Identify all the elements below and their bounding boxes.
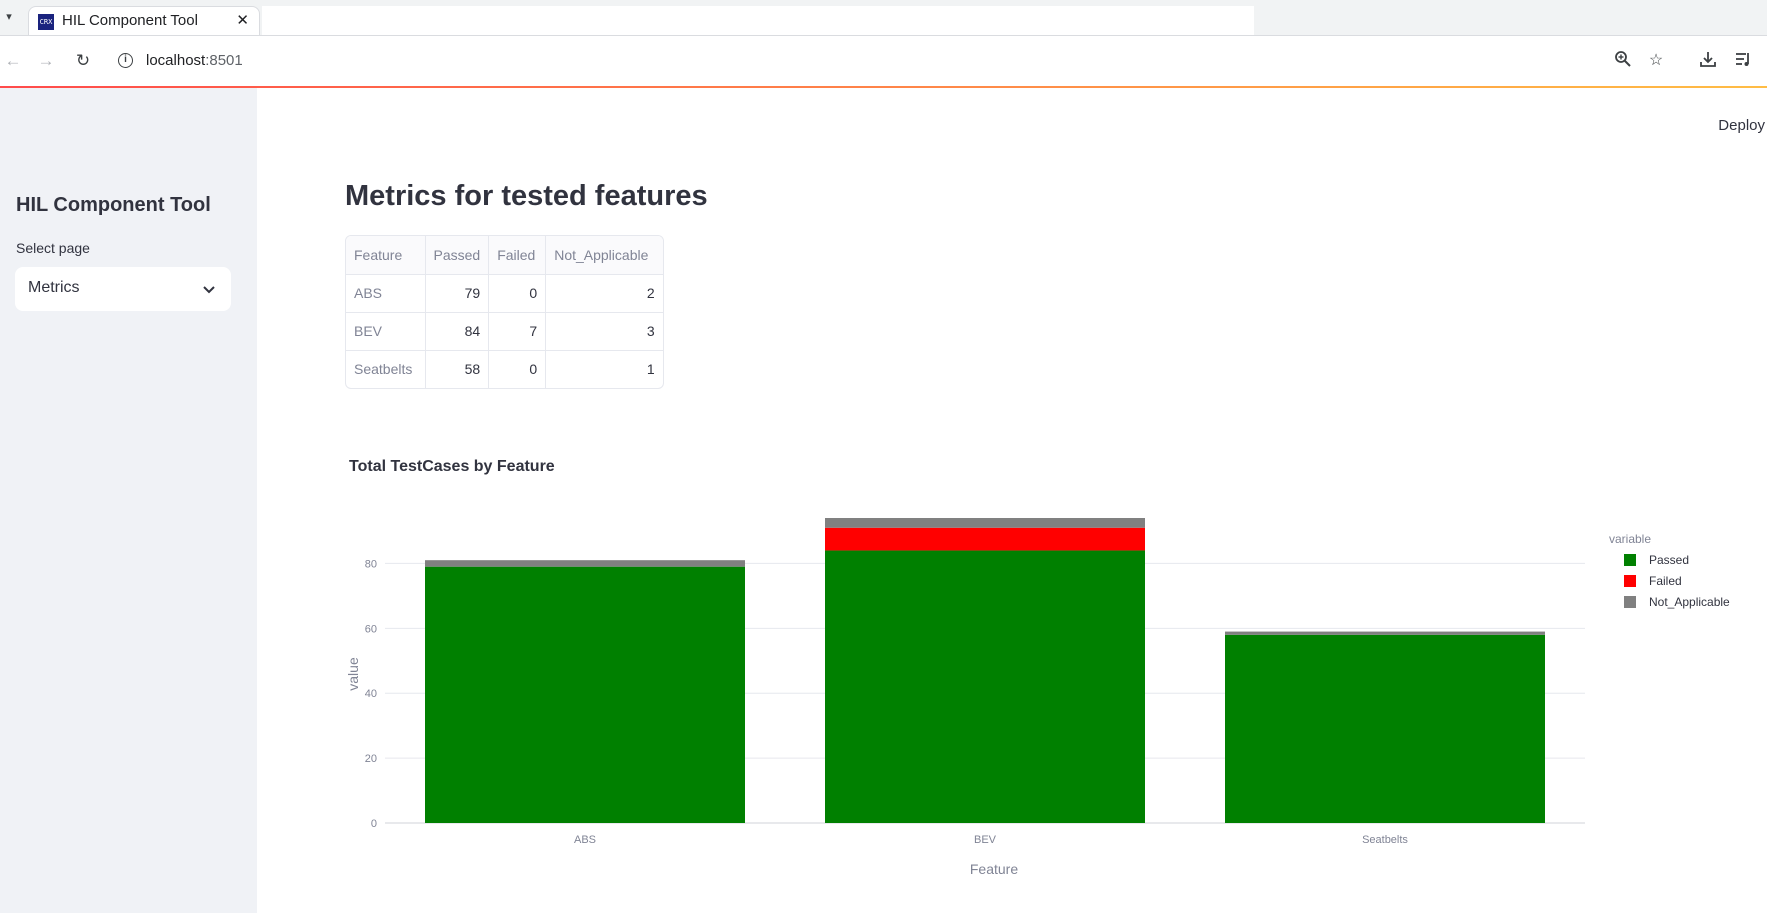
chevron-down-icon[interactable]: ▾ xyxy=(2,10,16,24)
address-bar[interactable]: localhost:8501 xyxy=(146,52,243,69)
zoom-icon[interactable] xyxy=(1612,50,1634,72)
legend-swatch[interactable] xyxy=(1624,575,1636,587)
x-tick-label: Seatbelts xyxy=(1362,834,1408,846)
main-content: Deploy Metrics for tested features Featu… xyxy=(257,88,1767,913)
y-tick-label: 0 xyxy=(371,818,377,830)
bookmark-star-icon[interactable]: ☆ xyxy=(1645,50,1667,72)
page-select[interactable]: Metrics xyxy=(15,267,231,311)
legend-label[interactable]: Not_Applicable xyxy=(1649,595,1730,609)
x-axis-label: Feature xyxy=(970,861,1018,877)
y-axis-label: value xyxy=(345,657,361,691)
y-tick-label: 80 xyxy=(365,558,377,570)
y-tick-label: 60 xyxy=(365,623,377,635)
x-tick-label: BEV xyxy=(974,834,997,846)
browser-tab[interactable]: CRX HIL Component Tool ✕ xyxy=(28,6,260,36)
bar-segment-passed[interactable] xyxy=(1225,634,1545,823)
stacked-bar-chart[interactable]: Total TestCases by Feature value Feature… xyxy=(257,88,1767,913)
chart-title: Total TestCases by Feature xyxy=(349,458,555,475)
legend-label[interactable]: Passed xyxy=(1649,553,1689,567)
sidebar: HIL Component Tool Select page Metrics xyxy=(0,88,257,913)
url-host: localhost xyxy=(146,52,206,69)
y-tick-label: 20 xyxy=(365,753,377,765)
bar-segment-not-applicable[interactable] xyxy=(825,518,1145,528)
x-tick-label: ABS xyxy=(574,834,596,846)
bar-segment-passed[interactable] xyxy=(425,566,745,823)
bar-segment-not-applicable[interactable] xyxy=(425,560,745,567)
close-icon[interactable]: ✕ xyxy=(236,11,249,29)
legend-swatch[interactable] xyxy=(1624,554,1636,566)
bar-segment-passed[interactable] xyxy=(825,550,1145,823)
browser-tabstrip: ▾ CRX HIL Component Tool ✕ xyxy=(0,0,1767,36)
chevron-down-icon xyxy=(203,286,215,294)
tab-title: HIL Component Tool xyxy=(62,12,198,29)
download-icon[interactable] xyxy=(1697,50,1719,72)
legend-label[interactable]: Failed xyxy=(1649,574,1682,588)
tabstrip-empty-area xyxy=(262,6,1254,35)
site-info-icon[interactable]: i xyxy=(118,53,133,68)
bar-segment-not-applicable[interactable] xyxy=(1225,631,1545,635)
legend-title: variable xyxy=(1609,532,1651,546)
favicon-icon: CRX xyxy=(38,14,54,30)
forward-arrow-icon[interactable]: → xyxy=(35,50,57,72)
sidebar-title: HIL Component Tool xyxy=(16,194,211,216)
reload-icon[interactable]: ↻ xyxy=(72,50,94,72)
page-select-value: Metrics xyxy=(28,279,80,296)
back-arrow-icon[interactable]: ← xyxy=(2,50,24,72)
browser-toolbar: ← → ↻ i localhost:8501 ☆ xyxy=(0,35,1767,87)
select-page-label: Select page xyxy=(16,240,90,256)
legend-swatch[interactable] xyxy=(1624,596,1636,608)
reading-list-icon[interactable] xyxy=(1732,50,1754,72)
bar-segment-failed[interactable] xyxy=(825,527,1145,551)
url-port: :8501 xyxy=(205,52,243,69)
y-tick-label: 40 xyxy=(365,688,377,700)
